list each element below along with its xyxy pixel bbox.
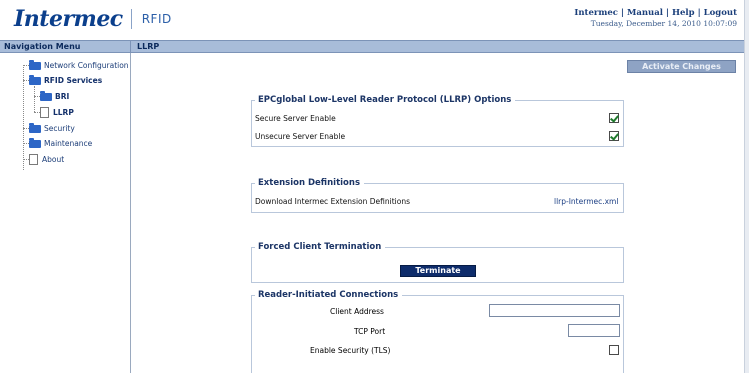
sidebar: Network Configuration RFID Services BRI … [0, 53, 131, 373]
intermec-link[interactable]: Intermec [574, 8, 618, 18]
tcp-port-label: TCP Port [354, 327, 386, 336]
tcp-port-input[interactable] [568, 324, 620, 337]
nav-menu-title: Navigation Menu [4, 42, 81, 51]
folder-icon [29, 122, 41, 133]
group-legend: EPCglobal Low-Level Reader Protocol (LLR… [255, 95, 516, 105]
sidebar-item-bri[interactable]: BRI [40, 90, 70, 102]
current-datetime: Tuesday, December 14, 2010 10:07:09 [590, 19, 737, 28]
sidebar-item-security[interactable]: Security [29, 122, 75, 134]
activate-changes-button[interactable]: Activate Changes [627, 60, 736, 73]
sidebar-item-label: RFID Services [44, 76, 103, 85]
title-bar: Navigation Menu LLRP [0, 40, 749, 53]
sidebar-item-label: BRI [55, 92, 70, 101]
sidebar-item-about[interactable]: About [29, 154, 64, 165]
top-link-bar: Intermec | Manual | Help | Logout [574, 8, 737, 18]
forced-termination-group: Forced Client Termination Terminate [251, 242, 624, 283]
link-separator: | [617, 8, 627, 18]
main-content: Activate Changes EPCglobal Low-Level Rea… [131, 53, 749, 373]
sidebar-item-network-configuration[interactable]: Network Configuration [29, 59, 129, 71]
sidebar-item-llrp[interactable]: LLRP [40, 107, 74, 118]
sidebar-item-rfid-services[interactable]: RFID Services [29, 74, 103, 86]
unsecure-server-checkbox[interactable] [609, 131, 619, 141]
extension-definitions-group: Extension Definitions Download Intermec … [251, 178, 624, 213]
group-legend: Forced Client Termination [255, 242, 386, 252]
page-icon [40, 107, 49, 118]
brand-name: Intermec [14, 6, 123, 32]
terminate-button[interactable]: Terminate [400, 265, 476, 277]
group-legend: Extension Definitions [255, 178, 365, 188]
logo-divider [130, 9, 132, 29]
unsecure-server-label: Unsecure Server Enable [255, 132, 346, 141]
vertical-scrollbar[interactable] [744, 0, 749, 373]
secure-server-checkbox[interactable] [609, 113, 619, 123]
unsecure-server-row: Unsecure Server Enable [255, 132, 620, 141]
sidebar-item-label: LLRP [53, 108, 74, 117]
client-address-label: Client Address [330, 307, 384, 316]
client-address-input[interactable] [489, 304, 620, 317]
top-links: Intermec | Manual | Help | Logout Tuesda… [574, 8, 737, 28]
page-icon [29, 154, 38, 165]
page-title: LLRP [137, 42, 160, 51]
secure-server-row: Secure Server Enable [255, 114, 620, 123]
group-legend: Reader-Initiated Connections [255, 290, 403, 300]
logo: Intermec RFID [14, 6, 172, 32]
folder-icon [29, 137, 41, 148]
product-name: RFID [141, 12, 172, 26]
app-header: Intermec RFID Intermec | Manual | Help |… [0, 0, 749, 40]
logout-link[interactable]: Logout [704, 8, 737, 18]
title-bar-divider [130, 41, 131, 52]
sidebar-item-label: Network Configuration [44, 61, 129, 70]
sidebar-item-label: Security [44, 124, 75, 133]
tree-line [34, 86, 35, 112]
security-tls-checkbox[interactable] [609, 345, 619, 355]
llrp-options-group: EPCglobal Low-Level Reader Protocol (LLR… [251, 95, 624, 147]
link-separator: | [694, 8, 704, 18]
folder-icon [29, 74, 41, 85]
folder-icon [40, 90, 52, 101]
sidebar-item-label: About [42, 155, 65, 164]
secure-server-label: Secure Server Enable [255, 114, 336, 123]
manual-link[interactable]: Manual [627, 8, 663, 18]
link-separator: | [662, 8, 672, 18]
extension-file-link[interactable]: llrp-Intermec.xml [554, 197, 618, 206]
help-link[interactable]: Help [672, 8, 695, 18]
reader-initiated-group: Reader-Initiated Connections Client Addr… [251, 290, 624, 373]
download-extensions-label: Download Intermec Extension Definitions [255, 197, 410, 206]
sidebar-item-label: Maintenance [44, 139, 93, 148]
sidebar-item-maintenance[interactable]: Maintenance [29, 137, 93, 149]
security-tls-label: Enable Security (TLS) [310, 346, 391, 355]
folder-icon [29, 59, 41, 70]
